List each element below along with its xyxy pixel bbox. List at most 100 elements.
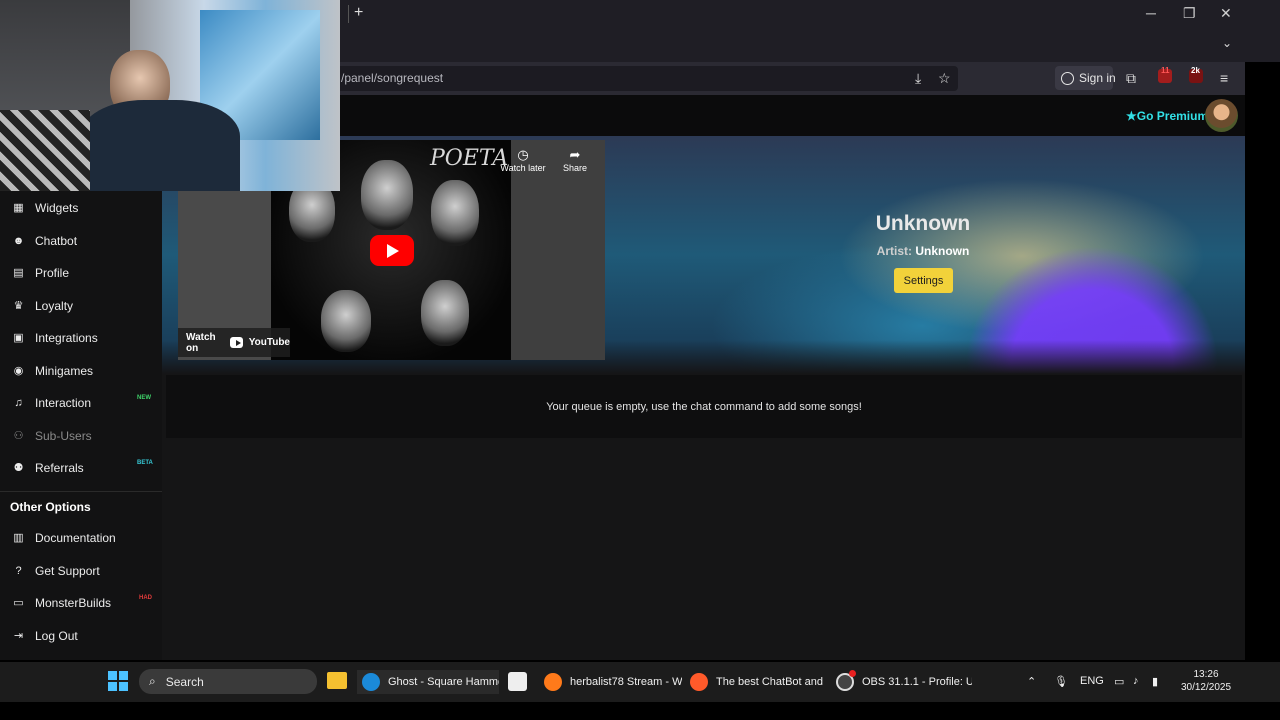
edge-icon bbox=[362, 673, 380, 691]
network-icon[interactable]: ▭ bbox=[1114, 675, 1124, 688]
sidebar-item-profile[interactable]: ▤ Profile bbox=[12, 263, 69, 283]
install-app-icon[interactable]: ⤓ bbox=[915, 70, 921, 87]
extensions-puzzle-icon[interactable]: ⧉ bbox=[1126, 70, 1136, 87]
share-arrow-icon: ➦ bbox=[569, 147, 581, 162]
taskbar-app-label: herbalist78 Stream - Wa bbox=[570, 676, 682, 688]
sidebar-item-label: Get Support bbox=[35, 564, 100, 578]
sidebar-item-log-out[interactable]: ⇥ Log Out bbox=[12, 626, 78, 646]
sidebar-item-widgets[interactable]: ▦ Widgets bbox=[12, 198, 78, 218]
clock-date: 30/12/2025 bbox=[1180, 682, 1232, 693]
sidebar-item-minigames[interactable]: ◉ Minigames bbox=[12, 361, 93, 381]
account-icon bbox=[1061, 71, 1074, 85]
taskbar-app-firefox-2[interactable]: The best ChatBot and W bbox=[686, 670, 824, 694]
avatar[interactable] bbox=[1205, 99, 1238, 132]
go-premium-link[interactable]: ★Go Premium bbox=[1126, 109, 1208, 123]
logout-icon: ⇥ bbox=[13, 629, 24, 642]
sidebar-item-label: Log Out bbox=[35, 629, 78, 643]
sidebar-item-get-support[interactable]: ? Get Support bbox=[12, 561, 100, 581]
taskbar-app-label: The best ChatBot and W bbox=[716, 676, 824, 688]
sidebar-item-monsterbuilds[interactable]: ▭ MonsterBuilds bbox=[12, 593, 111, 613]
extension-badge-2: 2k bbox=[1191, 66, 1200, 75]
clock-time: 13:26 bbox=[1193, 669, 1219, 680]
sidebar-item-label: MonsterBuilds bbox=[35, 596, 112, 610]
gamepad-icon: ◉ bbox=[13, 364, 24, 377]
sidebar-item-label: Interaction bbox=[35, 396, 92, 410]
url-text[interactable]: /panel/songrequest bbox=[341, 71, 443, 85]
sidebar-item-label: Documentation bbox=[35, 531, 116, 545]
sidebar-item-integrations[interactable]: ▣ Integrations bbox=[12, 328, 97, 348]
sidebar-item-interaction[interactable]: ♫ Interaction bbox=[12, 393, 91, 413]
file-explorer-icon[interactable] bbox=[327, 672, 347, 689]
artist-line: Artist: Unknown bbox=[823, 244, 1023, 258]
robot-icon: ☻ bbox=[12, 234, 25, 247]
minimize-icon[interactable]: ─ bbox=[1146, 5, 1156, 21]
windows-start-icon[interactable] bbox=[108, 671, 128, 691]
plug-icon: ▣ bbox=[13, 331, 24, 344]
watch-on-label: Watch on bbox=[186, 331, 216, 354]
microphone-icon[interactable]: 🎙 bbox=[1054, 675, 1068, 688]
battery-icon[interactable]: ▮ bbox=[1152, 675, 1158, 688]
question-icon: ? bbox=[15, 564, 22, 577]
taskbar-clock[interactable]: 13:26 30/12/2025 bbox=[1170, 668, 1242, 694]
music-icon: ♫ bbox=[14, 396, 23, 409]
star-icon: ★ bbox=[1126, 109, 1137, 123]
new-badge: NEW bbox=[137, 395, 151, 401]
sidebar-item-label: Profile bbox=[35, 266, 70, 280]
clock-icon: ◷ bbox=[517, 147, 529, 162]
sidebar-item-label: Chatbot bbox=[35, 234, 78, 248]
screen-bottom-border bbox=[0, 702, 1280, 720]
sidebar-item-documentation[interactable]: ▥ Documentation bbox=[12, 528, 116, 548]
watch-later-button[interactable]: ◷ Watch later bbox=[496, 147, 550, 173]
new-tab-plus-icon[interactable]: + bbox=[354, 4, 363, 22]
restore-icon[interactable]: ❐ bbox=[1183, 5, 1196, 22]
sign-in-button[interactable]: Sign in bbox=[1061, 71, 1116, 85]
sidebar-item-chatbot[interactable]: ☻ Chatbot bbox=[12, 231, 77, 251]
share-label: Share bbox=[562, 163, 588, 173]
firefox-icon bbox=[544, 673, 562, 691]
volume-icon[interactable]: ♪ bbox=[1133, 675, 1139, 687]
sidebar-item-loyalty[interactable]: ♛ Loyalty bbox=[12, 296, 73, 316]
other-options-heading: Other Options bbox=[10, 500, 91, 514]
play-button[interactable] bbox=[370, 235, 414, 266]
taskbar-search[interactable]: ⌕ Search bbox=[139, 669, 317, 694]
song-title: Unknown bbox=[875, 212, 971, 235]
list-all-tabs-chevron-icon[interactable]: ⌄ bbox=[1222, 36, 1232, 50]
trophy-icon: ♛ bbox=[13, 299, 24, 312]
webcam-overlay bbox=[0, 0, 340, 191]
settings-button[interactable]: Settings bbox=[894, 268, 953, 293]
taskbar-app-label: OBS 31.1.1 - Profile: Unti bbox=[862, 676, 972, 688]
sidebar-item-label: Loyalty bbox=[35, 299, 74, 313]
language-indicator[interactable]: ENG bbox=[1080, 675, 1104, 687]
go-premium-label: Go Premium bbox=[1136, 109, 1209, 123]
sidebar-item-label: Minigames bbox=[35, 364, 94, 378]
artist-label: Artist: bbox=[876, 244, 912, 258]
taskbar-app-label: Ghost - Square Hamme bbox=[388, 676, 499, 688]
sidebar-item-referrals[interactable]: ⚉ Referrals bbox=[12, 458, 84, 478]
app-menu-hamburger-icon[interactable]: ≡ bbox=[1220, 70, 1228, 86]
sidebar-item-sub-users[interactable]: ⚇ Sub-Users bbox=[12, 426, 92, 446]
search-label: Search bbox=[165, 674, 204, 689]
bookmark-star-icon[interactable]: ☆ bbox=[938, 70, 951, 87]
had-badge: HAD bbox=[139, 595, 152, 601]
sidebar-item-label: Sub-Users bbox=[35, 429, 92, 443]
sign-in-label: Sign in bbox=[1079, 71, 1116, 85]
laptop-icon: ▭ bbox=[13, 596, 24, 609]
book-icon: ▥ bbox=[13, 531, 24, 544]
artist-value: Unknown bbox=[915, 244, 970, 258]
firefox-icon bbox=[690, 673, 708, 691]
share-button[interactable]: ➦ Share bbox=[557, 147, 593, 173]
tab-divider bbox=[348, 5, 349, 23]
store-icon[interactable] bbox=[508, 672, 527, 691]
taskbar-app-edge[interactable]: Ghost - Square Hamme bbox=[357, 670, 499, 694]
grid-icon: ▦ bbox=[13, 201, 24, 214]
queue-empty-message: Your queue is empty, use the chat comman… bbox=[166, 375, 1242, 438]
close-window-icon[interactable]: ✕ bbox=[1220, 5, 1232, 22]
watch-later-label: Watch later bbox=[500, 163, 546, 173]
sidebar-item-label: Referrals bbox=[35, 461, 84, 475]
watch-on-youtube-button[interactable]: Watch on YouTube bbox=[178, 328, 290, 357]
taskbar-app-firefox-1[interactable]: herbalist78 Stream - Wa bbox=[540, 670, 682, 694]
sidebar-divider bbox=[0, 491, 162, 492]
users-icon: ⚇ bbox=[13, 429, 24, 442]
tray-chevron-up-icon[interactable]: ⌃ bbox=[1027, 675, 1036, 688]
sidebar-item-label: Widgets bbox=[35, 201, 79, 215]
